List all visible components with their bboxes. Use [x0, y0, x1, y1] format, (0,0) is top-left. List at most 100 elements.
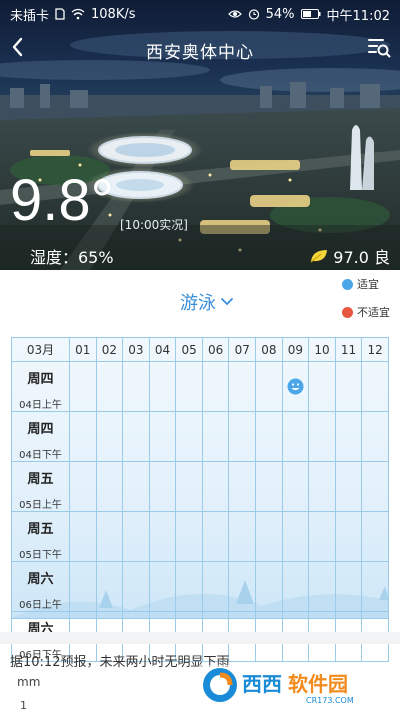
- grid-cell[interactable]: [69, 511, 97, 562]
- grid-cell[interactable]: [95, 461, 124, 512]
- grid-cell[interactable]: [255, 511, 283, 562]
- grid-cell[interactable]: [201, 411, 230, 462]
- grid-cell[interactable]: [175, 361, 203, 412]
- grid-cell[interactable]: [334, 511, 363, 562]
- grid-cell[interactable]: [281, 461, 310, 512]
- grid-row: 周四 04日上午: [11, 361, 389, 412]
- grid-cell[interactable]: [361, 511, 389, 562]
- wifi-icon: [71, 8, 85, 20]
- grid-cell[interactable]: [308, 511, 336, 562]
- svg-text:西西: 西西: [242, 672, 282, 696]
- carrier-label: 未插卡: [10, 8, 50, 24]
- grid-cell[interactable]: [308, 411, 336, 462]
- row-header: 周四 04日下午: [11, 411, 70, 462]
- grid-cell[interactable]: [255, 361, 283, 412]
- grid-cell[interactable]: [175, 461, 203, 512]
- grid-cell[interactable]: [228, 411, 257, 462]
- grid-row: 周四 04日下午: [11, 411, 389, 462]
- grid-cell[interactable]: [175, 511, 203, 562]
- grid-cell[interactable]: [148, 561, 177, 612]
- grid-cell[interactable]: [361, 461, 389, 512]
- legend-unsuitable: 不适宜: [342, 304, 390, 320]
- grid-cell[interactable]: [228, 361, 257, 412]
- svg-text:CR173.COM: CR173.COM: [306, 696, 354, 705]
- row-period: 05日上午: [19, 500, 62, 511]
- title-bar: 西安奥体中心: [0, 30, 400, 66]
- grid-cell[interactable]: [281, 411, 310, 462]
- grid-cell[interactable]: [255, 561, 283, 612]
- network-speed: 108K/s: [91, 6, 136, 22]
- grid-cell[interactable]: [361, 361, 389, 412]
- page-title: 西安奥体中心: [146, 43, 254, 63]
- grid-cell[interactable]: [334, 561, 363, 612]
- month-header: 03月: [11, 337, 70, 362]
- grid-header-row: 03月 01 02 03 04 05 06 07 08 09 10 11 12: [11, 337, 389, 362]
- row-period: 05日下午: [19, 550, 62, 561]
- smile-icon: [287, 378, 304, 395]
- grid-cell[interactable]: [148, 361, 177, 412]
- grid-cell[interactable]: [308, 561, 336, 612]
- grid-row: 周五 05日上午: [11, 461, 389, 512]
- grid-cell[interactable]: [308, 461, 336, 512]
- grid-cell[interactable]: [281, 511, 310, 562]
- row-period: 04日上午: [19, 400, 62, 411]
- hour-header: 03: [122, 337, 150, 362]
- grid-cell[interactable]: [334, 361, 363, 412]
- row-day: 周五: [27, 522, 54, 537]
- status-bar: 未插卡 108K/s 54% 中午11:02: [0, 0, 400, 28]
- grid-cell[interactable]: [201, 361, 230, 412]
- grid-cell[interactable]: [122, 561, 150, 612]
- grid-table: 03月 01 02 03 04 05 06 07 08 09 10 11 12 周四 04日上午 周四 04…: [11, 337, 389, 662]
- frown-icon: [342, 306, 353, 318]
- grid-cell[interactable]: [95, 561, 124, 612]
- legend: 适宜 不适宜: [342, 276, 390, 332]
- grid-cell[interactable]: [69, 461, 97, 512]
- row-day: 周四: [27, 372, 54, 387]
- grid-cell[interactable]: [69, 361, 97, 412]
- clock: 中午11:02: [326, 8, 390, 24]
- grid-cell[interactable]: [175, 561, 203, 612]
- grid-cell[interactable]: [308, 361, 336, 412]
- activity-dropdown[interactable]: 游泳: [180, 289, 234, 315]
- grid-cell[interactable]: [228, 561, 257, 612]
- leaf-icon: [310, 250, 328, 263]
- list-search-button[interactable]: [366, 34, 392, 60]
- grid-cell[interactable]: [281, 561, 310, 612]
- grid-cell[interactable]: [95, 411, 124, 462]
- observation-time: [10:00实况]: [120, 218, 188, 232]
- grid-cell[interactable]: [148, 511, 177, 562]
- grid-cell[interactable]: [148, 411, 177, 462]
- grid-cell[interactable]: [122, 511, 150, 562]
- grid-cell[interactable]: [255, 461, 283, 512]
- grid-cell[interactable]: [361, 411, 389, 462]
- rain-unit: mm: [17, 675, 41, 689]
- grid-cell[interactable]: [281, 361, 310, 412]
- grid-cell[interactable]: [228, 461, 257, 512]
- grid-cell[interactable]: [95, 511, 124, 562]
- grid-cell[interactable]: [175, 411, 203, 462]
- grid-cell[interactable]: [201, 561, 230, 612]
- grid-cell[interactable]: [201, 511, 230, 562]
- grid-cell[interactable]: [69, 411, 97, 462]
- hour-header: 02: [95, 337, 124, 362]
- row-header: 周五 05日上午: [11, 461, 70, 512]
- legend-unsuitable-label: 不适宜: [357, 306, 390, 319]
- air-quality: 97.0 良: [309, 244, 390, 268]
- grid-cell[interactable]: [148, 461, 177, 512]
- grid-cell[interactable]: [122, 361, 150, 412]
- grid-cell[interactable]: [228, 511, 257, 562]
- temperature: 9.8°: [10, 168, 114, 233]
- row-day: 周六: [27, 572, 54, 587]
- hero-banner: 未插卡 108K/s 54% 中午11:02 西安奥体中心 9.8° [10:0…: [0, 0, 400, 270]
- grid-cell[interactable]: [69, 561, 97, 612]
- grid-cell[interactable]: [122, 461, 150, 512]
- legend-suitable-label: 适宜: [357, 278, 379, 291]
- grid-cell[interactable]: [361, 561, 389, 612]
- app-screen: 未插卡 108K/s 54% 中午11:02 西安奥体中心 9.8° [10:0…: [0, 0, 400, 710]
- grid-cell[interactable]: [334, 461, 363, 512]
- grid-cell[interactable]: [255, 411, 283, 462]
- grid-cell[interactable]: [95, 361, 124, 412]
- grid-cell[interactable]: [334, 411, 363, 462]
- grid-cell[interactable]: [201, 461, 230, 512]
- grid-cell[interactable]: [122, 411, 150, 462]
